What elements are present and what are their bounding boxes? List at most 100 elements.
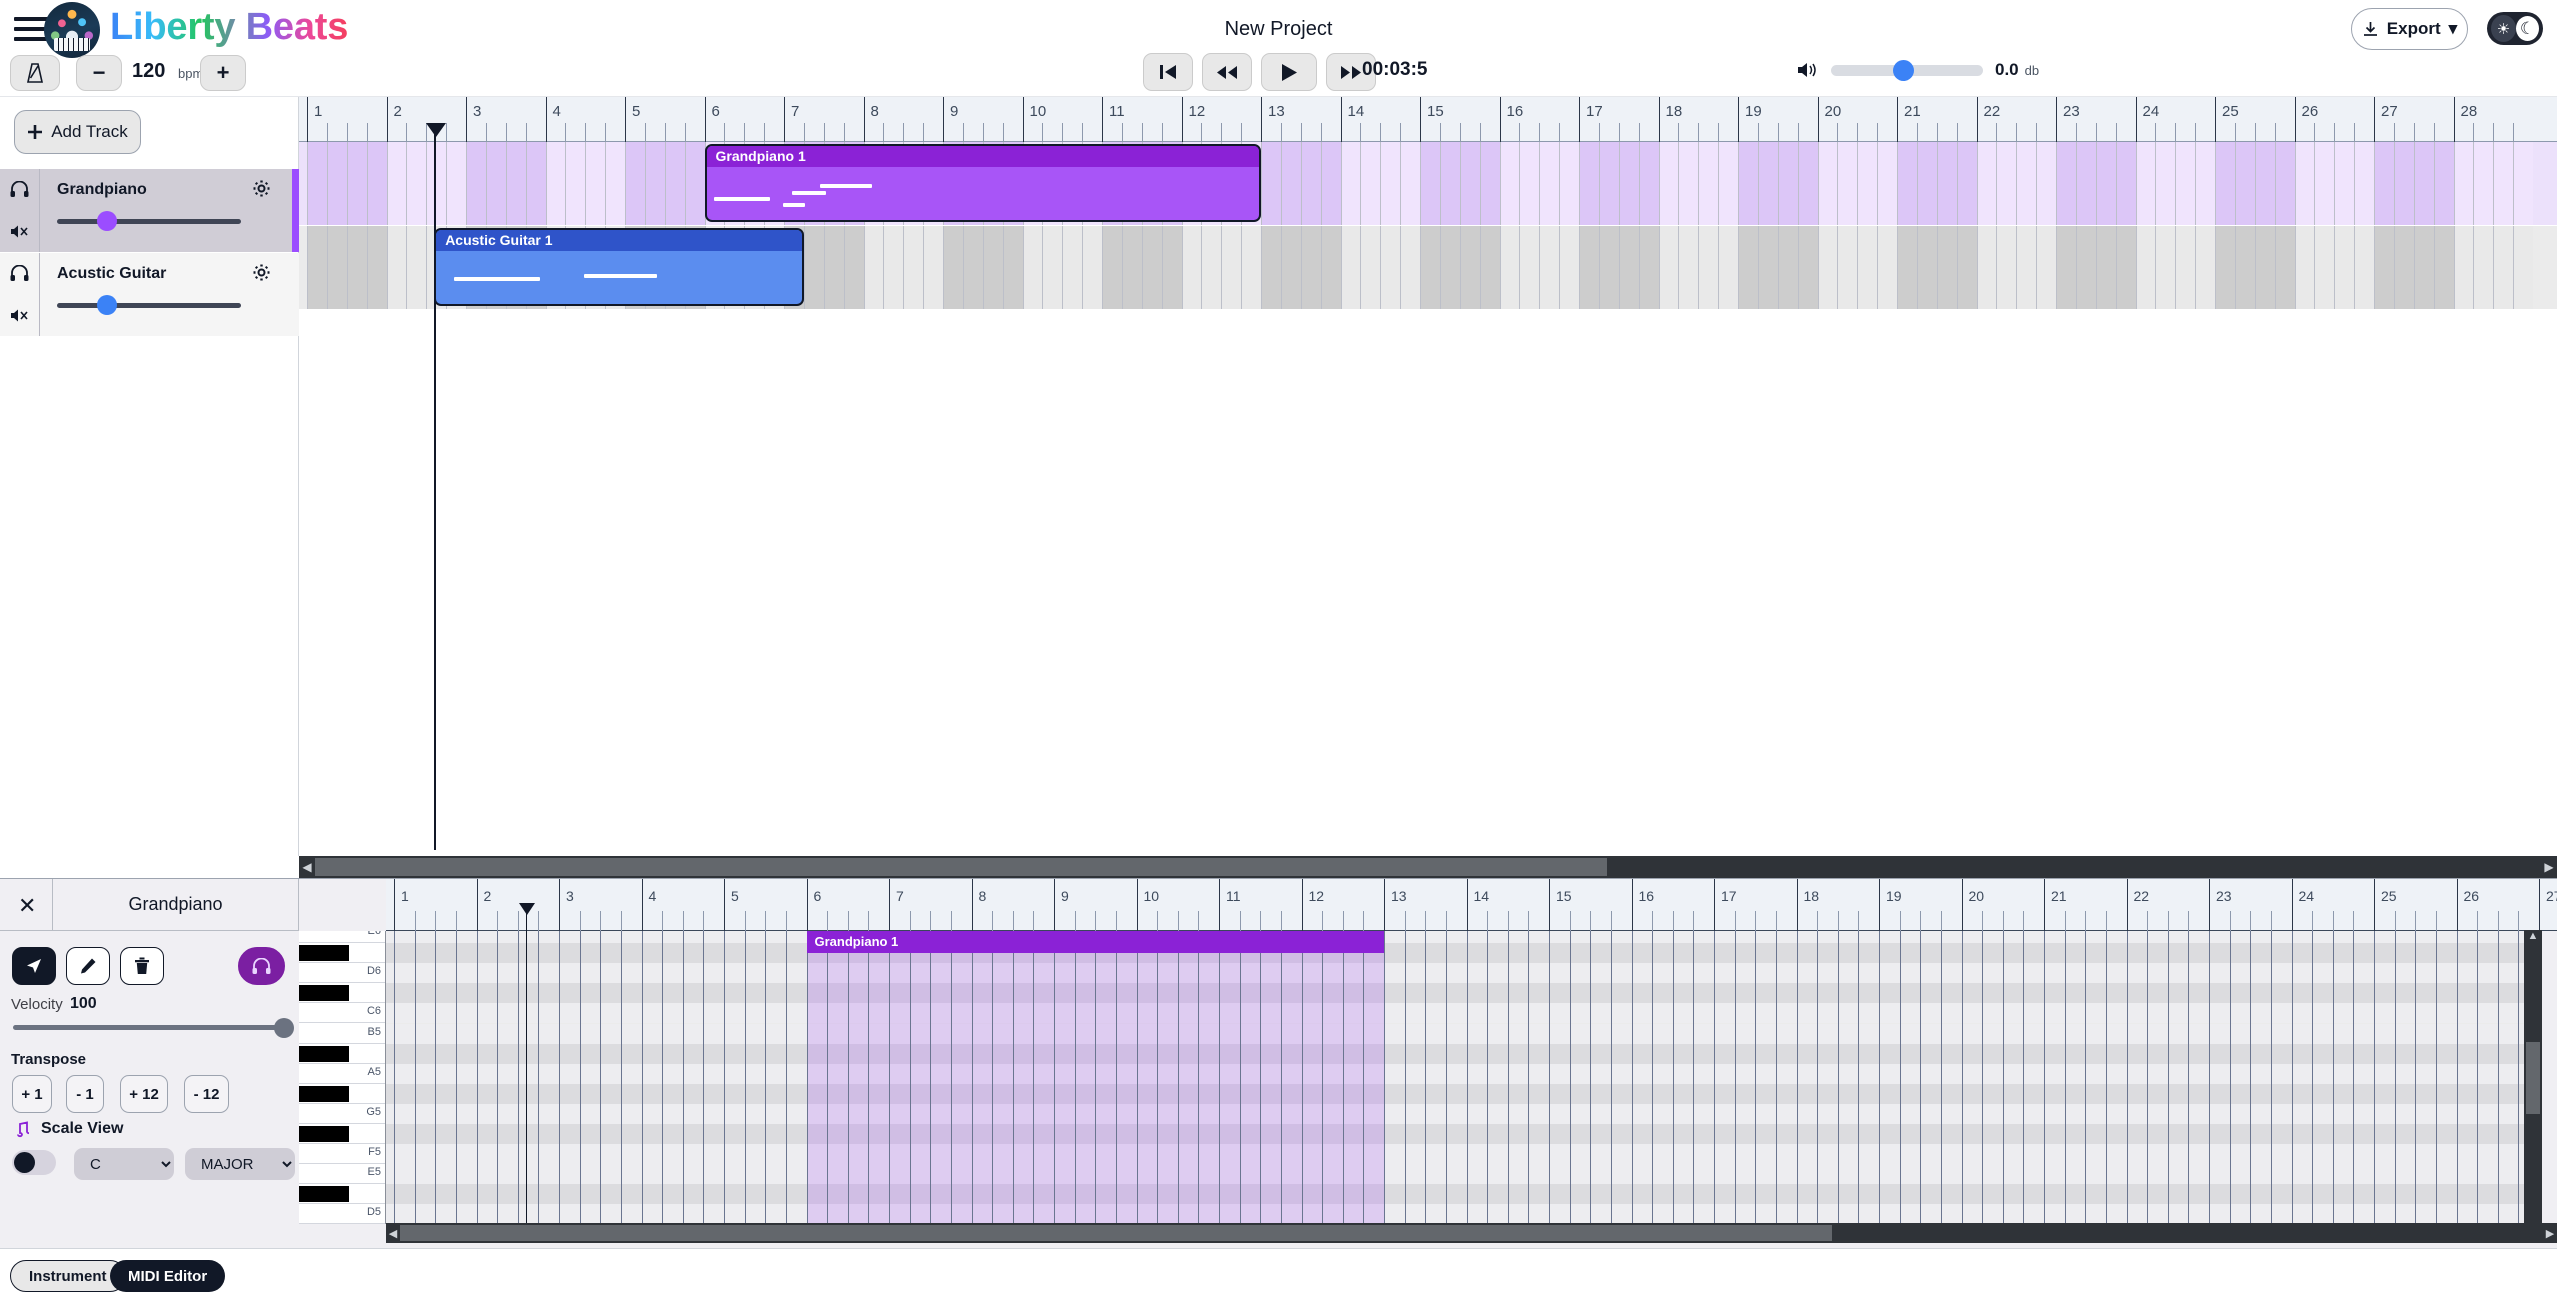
piano-roll-row[interactable] [386,1043,2541,1064]
playhead[interactable] [426,123,447,850]
grid-line [744,931,746,1224]
volume-icon[interactable] [1797,61,1819,79]
piano-key[interactable]: F5 [299,1144,385,1165]
tab-midi-editor[interactable]: MIDI Editor [110,1260,226,1292]
close-icon[interactable]: ✕ [18,893,36,919]
rewind-button[interactable] [1202,53,1252,91]
scroll-track[interactable] [400,1223,2543,1243]
piano-roll-row[interactable] [386,1124,2541,1145]
transpose-minus-1-button[interactable]: - 1 [66,1075,104,1113]
piano-roll-row[interactable] [386,1003,2541,1024]
track-volume-knob[interactable] [97,295,117,315]
track-volume-knob[interactable] [97,211,117,231]
add-track-button[interactable]: Add Track [14,110,141,154]
mute-icon[interactable] [0,211,39,253]
piano-key[interactable] [299,1083,385,1104]
skip-to-start-button[interactable] [1143,53,1193,91]
piano-roll-horizontal-scrollbar[interactable]: ◀ ▶ [386,1223,2557,1243]
piano-key[interactable]: E6 [299,931,385,944]
piano-key[interactable] [299,1043,385,1064]
track-volume-slider[interactable] [57,211,241,231]
piano-key[interactable]: D6 [299,963,385,984]
piano-key[interactable]: E5 [299,1164,385,1185]
piano-roll-row[interactable] [386,983,2541,1004]
scale-view-toggle[interactable] [12,1150,56,1175]
piano-key[interactable] [299,1124,385,1145]
gear-icon[interactable] [253,180,270,202]
beat-tick [485,123,487,142]
piano-key[interactable]: A5 [299,1064,385,1084]
scroll-right-arrow-icon[interactable]: ▶ [2543,1227,2557,1240]
playhead-handle-icon[interactable] [426,123,447,137]
scale-root-select[interactable]: CC#DD#EFF#GG#AA#B [74,1148,174,1180]
velocity-knob[interactable] [274,1018,294,1038]
grid-line [785,931,787,1224]
arrangement-lane[interactable] [299,142,2557,225]
arrangement-ruler[interactable]: 1 2 3 4 5 6 7 8 9 10 11 12 13 14 15 16 17 18 19 20 21 22 23 24 2… [299,97,2557,142]
scroll-left-arrow-icon[interactable]: ◀ [386,1227,400,1240]
piano-key[interactable]: G5 [299,1104,385,1124]
piano-roll-row[interactable] [386,1164,2541,1185]
scroll-left-arrow-icon[interactable]: ◀ [299,860,315,874]
clip-grandpiano-1[interactable]: Grandpiano 1 [704,144,1261,222]
transpose-plus-12-button[interactable]: + 12 [120,1075,168,1113]
scroll-thumb[interactable] [2526,1042,2540,1114]
piano-roll-row[interactable] [386,1083,2541,1104]
scale-type-select[interactable]: MAJORMINOR [185,1148,295,1180]
tab-instrument[interactable]: Instrument [10,1260,126,1292]
scroll-up-arrow-icon[interactable]: ▲ [2524,930,2542,942]
playhead-handle-icon[interactable] [519,903,535,915]
piano-roll-row[interactable] [386,1204,2541,1224]
master-volume-slider[interactable] [1831,59,1983,81]
track-volume-slider[interactable] [57,295,241,315]
gear-icon[interactable] [253,264,270,286]
piano-key[interactable] [299,983,385,1004]
scroll-track[interactable] [315,856,2541,878]
play-button[interactable] [1261,53,1317,91]
midi-editor-ruler[interactable]: 1 2 3 4 5 6 7 8 9 10 11 12 13 14 15 16 17 18 19 20 21 22 23 24 2… [386,879,2557,931]
headphone-icon[interactable] [0,169,39,211]
piano-roll-grid[interactable]: Grandpiano 1 [386,931,2541,1224]
track-row[interactable]: Grandpiano [0,169,299,252]
piano-key[interactable]: D5 [299,1204,385,1224]
master-volume-knob[interactable] [1893,59,1914,81]
theme-toggle[interactable]: ☀ ☾ [2487,12,2543,45]
track-row[interactable]: Acustic Guitar [0,253,299,336]
mute-icon[interactable] [0,295,39,337]
scroll-thumb[interactable] [315,858,1607,876]
select-tool-button[interactable] [12,947,56,985]
piano-roll-row[interactable] [386,1023,2541,1044]
clip-acustic-guitar-1[interactable]: Acustic Guitar 1 [434,228,804,306]
piano-roll-row[interactable] [386,963,2541,984]
piano-roll-row[interactable] [386,1144,2541,1165]
export-button[interactable]: Export ▾ [2351,8,2468,50]
metronome-button[interactable] [10,55,60,91]
grid-line [1499,142,1501,225]
delete-tool-button[interactable] [120,947,164,985]
transpose-plus-1-button[interactable]: + 1 [12,1075,52,1113]
velocity-slider[interactable] [13,1018,294,1038]
piano-keyboard[interactable]: E6D6C6B5A5G5F5E5D5C5B4A4G4F4E4D4C4 [299,931,386,1224]
piano-roll-row[interactable] [386,1184,2541,1205]
scroll-thumb[interactable] [400,1225,1832,1241]
transpose-minus-12-button[interactable]: - 12 [184,1075,229,1113]
piano-roll-row[interactable] [386,931,2541,944]
headphone-icon[interactable] [0,253,39,295]
bpm-increase-button[interactable]: + [200,55,246,91]
grid-line [2435,931,2437,1224]
arrangement-horizontal-scrollbar[interactable]: ◀ ▶ [299,856,2557,878]
piano-key[interactable] [299,1184,385,1205]
piano-roll-row[interactable] [386,943,2541,964]
playhead[interactable] [519,903,535,1223]
grid-line [1219,931,1220,1224]
listen-toggle-button[interactable] [238,947,285,985]
scroll-right-arrow-icon[interactable]: ▶ [2541,860,2557,874]
piano-key[interactable]: B5 [299,1024,385,1044]
piano-key[interactable] [299,943,385,964]
piano-key[interactable]: C6 [299,1003,385,1024]
piano-roll-vertical-scrollbar[interactable]: ▲ [2524,930,2542,1223]
pencil-tool-button[interactable] [66,947,110,985]
bpm-decrease-button[interactable]: − [76,55,122,91]
piano-roll-row[interactable] [386,1103,2541,1124]
piano-roll-row[interactable] [386,1063,2541,1084]
